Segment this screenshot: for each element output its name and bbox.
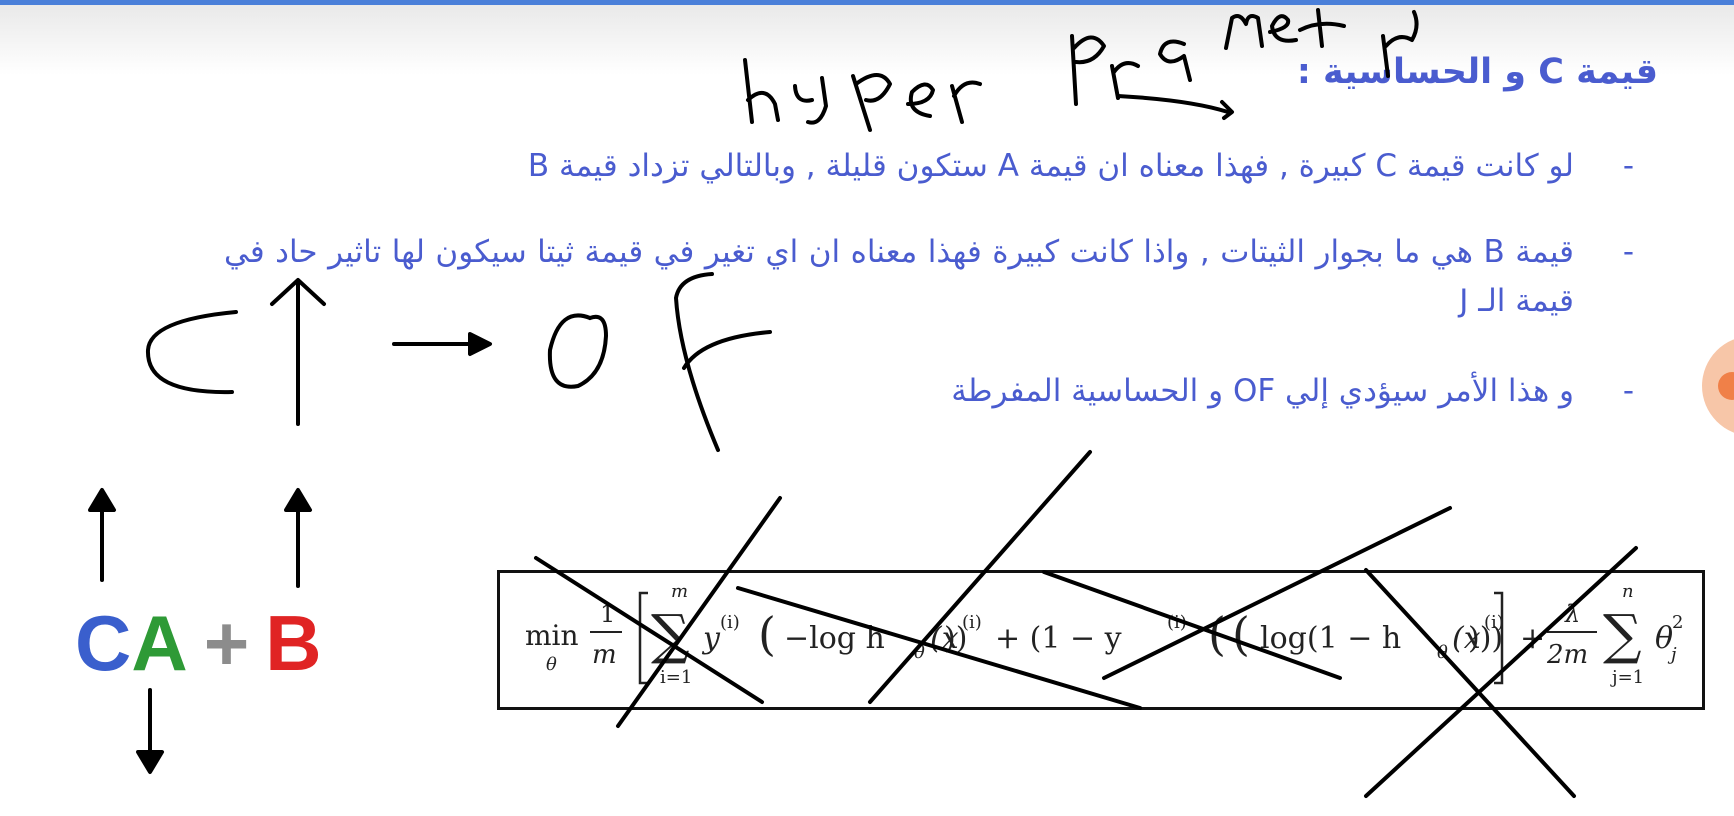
handwritten-annotations bbox=[88, 8, 1638, 798]
handwriting-hyper-parameter bbox=[743, 8, 1419, 132]
cross-out-strokes bbox=[534, 450, 1638, 798]
handwriting-c-up-of bbox=[145, 272, 772, 452]
handwriting-arrows-ca-b bbox=[88, 488, 312, 774]
